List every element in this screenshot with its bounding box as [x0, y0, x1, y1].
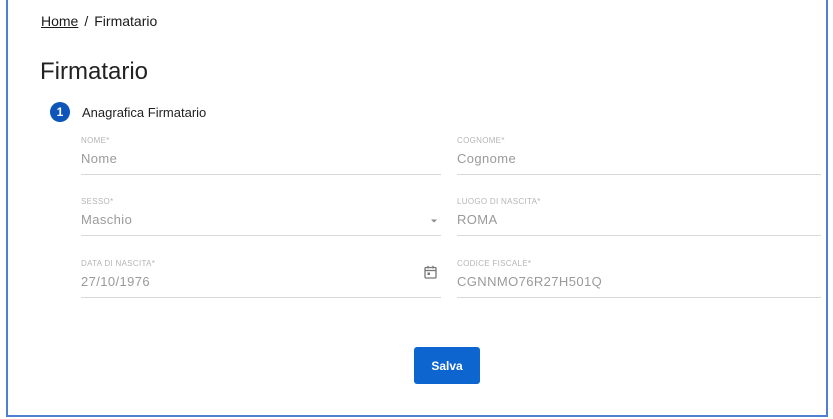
save-button[interactable]: Salva	[414, 347, 480, 384]
nome-input[interactable]: Nome	[81, 151, 441, 166]
step-number-badge: 1	[50, 102, 70, 122]
breadcrumb-home-link[interactable]: Home	[41, 13, 78, 29]
sesso-label: SESSO*	[81, 197, 114, 206]
page-frame: Home / Firmatario Firmatario 1 Anagrafica …	[6, 0, 828, 417]
nome-underline	[81, 174, 441, 175]
breadcrumb-current: Firmatario	[94, 13, 158, 29]
cognome-label: COGNOME*	[457, 136, 505, 145]
codice-fiscale-underline	[457, 297, 821, 298]
data-nascita-underline	[81, 297, 441, 298]
data-nascita-label: DATA DI NASCITA*	[81, 259, 156, 268]
breadcrumb-separator: /	[84, 13, 89, 29]
cognome-underline	[457, 174, 821, 175]
luogo-nascita-field[interactable]: LUOGO DI NASCITA* ROMA	[457, 197, 821, 236]
luogo-nascita-underline	[457, 235, 821, 236]
calendar-icon[interactable]	[424, 265, 437, 284]
codice-fiscale-label: CODICE FISCALE*	[457, 259, 532, 268]
cognome-input[interactable]: Cognome	[457, 151, 821, 166]
step-label: Anagrafica Firmatario	[82, 104, 207, 120]
luogo-nascita-input[interactable]: ROMA	[457, 212, 821, 227]
data-nascita-field[interactable]: DATA DI NASCITA* 27/10/1976	[81, 259, 441, 298]
breadcrumb: Home / Firmatario	[41, 13, 157, 29]
data-nascita-input[interactable]: 27/10/1976	[81, 274, 441, 289]
codice-fiscale-input[interactable]: CGNNMO76R27H501Q	[457, 274, 821, 289]
cognome-field[interactable]: COGNOME* Cognome	[457, 136, 821, 175]
sesso-underline	[81, 235, 441, 236]
codice-fiscale-field[interactable]: CODICE FISCALE* CGNNMO76R27H501Q	[457, 259, 821, 298]
nome-label: NOME*	[81, 136, 110, 145]
page-title: Firmatario	[40, 58, 149, 85]
sesso-value[interactable]: Maschio	[81, 212, 441, 227]
nome-field[interactable]: NOME* Nome	[81, 136, 441, 175]
luogo-nascita-label: LUOGO DI NASCITA*	[457, 197, 541, 206]
chevron-down-icon[interactable]	[429, 213, 439, 231]
sesso-select[interactable]: SESSO* Maschio	[81, 197, 441, 236]
step-indicator: 1 Anagrafica Firmatario	[50, 102, 206, 122]
